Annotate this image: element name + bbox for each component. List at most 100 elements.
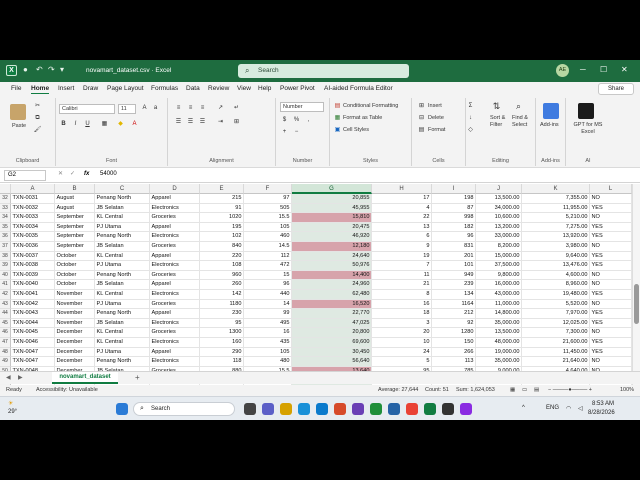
cell-k[interactable]: 4,600.00: [522, 270, 590, 281]
edge-icon[interactable]: [298, 403, 310, 415]
cell-c[interactable]: PJ Utama: [95, 261, 150, 271]
row-header[interactable]: 34: [0, 213, 11, 223]
cell-e[interactable]: 1180: [200, 299, 244, 310]
cell-i[interactable]: 182: [432, 222, 476, 233]
menu-data[interactable]: Data: [186, 85, 200, 92]
cell-k[interactable]: 8,960.00: [522, 280, 590, 290]
cell-e[interactable]: 102: [200, 232, 244, 242]
cell-a[interactable]: TXN-0037: [11, 251, 55, 262]
cell-f[interactable]: 460: [244, 232, 292, 242]
column-header-d[interactable]: D: [150, 184, 200, 194]
cell-b[interactable]: December: [55, 338, 95, 348]
cell-i[interactable]: 113: [432, 357, 476, 367]
cell-a[interactable]: TXN-0041: [11, 290, 55, 300]
cell-l[interactable]: NO: [590, 328, 632, 338]
cell-j[interactable]: 37,500.00: [476, 261, 522, 271]
cell-f[interactable]: 435: [244, 338, 292, 348]
cell-l[interactable]: NO: [590, 194, 632, 204]
cell-h[interactable]: 10: [372, 338, 432, 348]
cell-a[interactable]: TXN-0044: [11, 318, 55, 329]
cell-k[interactable]: 11,955.00: [522, 203, 590, 214]
column-header-h[interactable]: H: [372, 184, 432, 194]
cell-b[interactable]: December: [55, 357, 95, 367]
cell-l[interactable]: YES: [590, 203, 632, 214]
cell-k[interactable]: 3,980.00: [522, 242, 590, 252]
cell-a[interactable]: TXN-0043: [11, 309, 55, 319]
row-header[interactable]: 49: [0, 357, 11, 367]
sheet-tab-novamart[interactable]: novamart_dataset: [52, 372, 118, 384]
word-icon[interactable]: [388, 403, 400, 415]
next-sheet-icon[interactable]: ▶: [18, 374, 23, 381]
cell-d[interactable]: Electronics: [150, 261, 200, 271]
cell-h[interactable]: 16: [372, 299, 432, 310]
cell-h[interactable]: 21: [372, 280, 432, 290]
cell-a[interactable]: TXN-0038: [11, 261, 55, 271]
row-header[interactable]: 38: [0, 251, 11, 262]
share-button[interactable]: Share: [598, 83, 634, 95]
cell-c[interactable]: KL Central: [95, 290, 150, 300]
cell-g[interactable]: 15,810: [292, 213, 372, 223]
cell-e[interactable]: 960: [200, 270, 244, 281]
cell-k[interactable]: 9,640.00: [522, 251, 590, 262]
row-header[interactable]: 32: [0, 194, 11, 204]
cell-f[interactable]: 14.5: [244, 242, 292, 252]
cell-b[interactable]: December: [55, 347, 95, 358]
align-bottom-icon[interactable]: ≡: [198, 104, 207, 113]
cell-i[interactable]: 134: [432, 290, 476, 300]
cell-d[interactable]: Electronics: [150, 357, 200, 367]
language-indicator[interactable]: ENG: [546, 405, 559, 411]
cell-f[interactable]: 505: [244, 203, 292, 214]
cut-icon[interactable]: ✂: [33, 102, 42, 111]
conditional-formatting-button[interactable]: Conditional Formatting: [343, 103, 398, 109]
cell-e[interactable]: 142: [200, 290, 244, 300]
cell-f[interactable]: 96: [244, 280, 292, 290]
italic-button[interactable]: I: [71, 120, 80, 129]
cell-h[interactable]: 8: [372, 290, 432, 300]
cell-c[interactable]: Penang North: [95, 357, 150, 367]
cell-h[interactable]: 11: [372, 270, 432, 281]
cell-f[interactable]: 495: [244, 318, 292, 329]
office-icon[interactable]: [334, 403, 346, 415]
percent-icon[interactable]: %: [292, 116, 301, 125]
cell-j[interactable]: 33,000.00: [476, 232, 522, 242]
cell-j[interactable]: 14,800.00: [476, 309, 522, 319]
cell-e[interactable]: 160: [200, 338, 244, 348]
cell-g[interactable]: 45,955: [292, 203, 372, 214]
cell-e[interactable]: 95: [200, 318, 244, 329]
cell-c[interactable]: KL Central: [95, 251, 150, 262]
cell-f[interactable]: 97: [244, 194, 292, 204]
cell-g[interactable]: 56,640: [292, 357, 372, 367]
maximize-icon[interactable]: ☐: [600, 65, 607, 74]
cell-e[interactable]: 118: [200, 357, 244, 367]
volume-icon[interactable]: ◁: [578, 405, 583, 412]
cell-b[interactable]: September: [55, 222, 95, 233]
cell-c[interactable]: JB Selatan: [95, 280, 150, 290]
tray-chevron-icon[interactable]: ^: [522, 405, 525, 411]
cell-c[interactable]: KL Central: [95, 213, 150, 223]
cell-l[interactable]: YES: [590, 338, 632, 348]
cell-a[interactable]: TXN-0047: [11, 347, 55, 358]
chrome-icon[interactable]: [406, 403, 418, 415]
clear-icon[interactable]: ◇: [466, 126, 475, 135]
cell-c[interactable]: JB Selatan: [95, 242, 150, 252]
cell-k[interactable]: 13,476.00: [522, 261, 590, 271]
cell-l[interactable]: YES: [590, 222, 632, 233]
wrap-text-icon[interactable]: ↵: [232, 104, 241, 113]
cell-k[interactable]: 19,480.00: [522, 290, 590, 300]
column-header-l[interactable]: L: [590, 184, 632, 194]
gpt-icon[interactable]: [578, 103, 594, 119]
cell-j[interactable]: 15,000.00: [476, 251, 522, 262]
taskbar-search[interactable]: ⌕ Search: [133, 402, 235, 416]
cell-i[interactable]: 998: [432, 213, 476, 223]
align-right-icon[interactable]: ☰: [198, 118, 207, 127]
cell-i[interactable]: 92: [432, 318, 476, 329]
currency-icon[interactable]: $: [280, 116, 289, 125]
merge-center-icon[interactable]: ⊞: [232, 118, 241, 127]
cancel-icon[interactable]: ✕: [58, 170, 63, 177]
format-as-table-button[interactable]: Format as Table: [343, 115, 382, 121]
cell-f[interactable]: 112: [244, 251, 292, 262]
scrollbar-thumb[interactable]: [634, 284, 639, 324]
cell-g[interactable]: 50,976: [292, 261, 372, 271]
zoom-slider[interactable]: − ────●──── +: [548, 387, 592, 393]
cell-d[interactable]: Groceries: [150, 328, 200, 338]
